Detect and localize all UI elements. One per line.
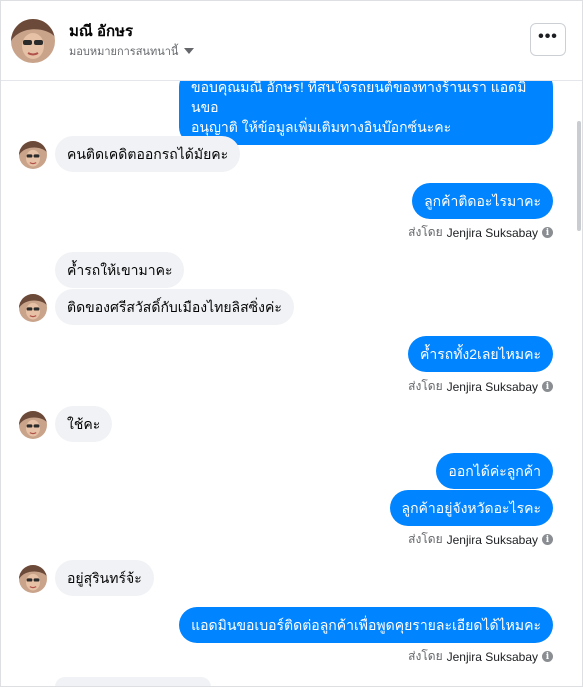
sent-by-label: ส่งโดย Jenjira Suksabay i <box>408 377 553 396</box>
message-text: ลูกค้าติดอะไรมาคะ <box>424 193 541 209</box>
message-incoming[interactable]: อยู่สุรินทร์จ้ะ <box>55 560 154 596</box>
message-text: ออกได้ค่ะลูกค้า <box>448 463 541 479</box>
agent-name: Jenjira Suksabay <box>446 379 538 394</box>
avatar[interactable] <box>19 565 47 593</box>
message-outgoing[interactable]: ลูกค้าอยู่จังหวัดอะไรคะ <box>389 490 553 526</box>
avatar[interactable] <box>19 411 47 439</box>
message-incoming[interactable]: คนติดเคดิตออกรถได้มัยคะ <box>55 136 241 172</box>
sent-by-label: ส่งโดย Jenjira Suksabay i <box>408 223 553 242</box>
scrollbar-thumb[interactable] <box>577 121 581 231</box>
more-icon: ••• <box>538 27 558 45</box>
message-incoming[interactable]: ใช้คะ <box>55 406 113 442</box>
assign-conversation-dropdown[interactable]: มอบหมายการสนทนานี้ <box>69 42 195 60</box>
message-text: แอดมินขอเบอร์ติดต่อลูกค้าเพื่อพูดคุยรายล… <box>191 617 541 633</box>
message-text: คนติดเคดิตออกรถได้มัยคะ <box>67 146 229 162</box>
sent-by-prefix: ส่งโดย <box>408 532 443 546</box>
avatar[interactable] <box>11 19 55 63</box>
assign-label: มอบหมายการสนทนานี้ <box>69 46 179 58</box>
message-outgoing[interactable]: ลูกค้าติดอะไรมาคะ <box>412 183 553 219</box>
info-icon[interactable]: i <box>542 227 553 238</box>
sent-by-label: ส่งโดย Jenjira Suksabay i <box>408 647 553 666</box>
message-text: ใช้คะ <box>67 416 101 432</box>
info-icon[interactable]: i <box>542 534 553 545</box>
message-list[interactable]: ขอบคุณมณี อักษร! ที่สนใจรถยนต์ของทางร้าน… <box>1 81 577 686</box>
message-outgoing[interactable]: ค้ำรถทั้ง2เลยไหมคะ <box>407 336 553 372</box>
agent-name: Jenjira Suksabay <box>446 649 538 664</box>
info-icon[interactable]: i <box>542 381 553 392</box>
message-text: ค้ำรถทั้ง2เลยไหมคะ <box>419 346 541 362</box>
more-options-button[interactable]: ••• <box>530 23 566 56</box>
message-text: ขอบคุณมณี อักษร! ที่สนใจรถยนต์ของทางร้าน… <box>191 81 527 135</box>
sent-by-prefix: ส่งโดย <box>408 225 443 239</box>
info-icon[interactable]: i <box>542 651 553 662</box>
avatar[interactable] <box>19 294 47 322</box>
message-incoming[interactable]: ติดของศรีสวัสดิ์กับเมืองไทยลิสซิ่งค่ะ <box>55 289 294 325</box>
sent-by-prefix: ส่งโดย <box>408 379 443 393</box>
agent-name: Jenjira Suksabay <box>446 532 538 547</box>
message-text: ลูกค้าอยู่จังหวัดอะไรคะ <box>401 500 542 516</box>
message-incoming-partial[interactable] <box>55 677 211 686</box>
message-outgoing[interactable]: แอดมินขอเบอร์ติดต่อลูกค้าเพื่อพูดคุยรายล… <box>179 607 553 643</box>
message-outgoing[interactable]: ขอบคุณมณี อักษร! ที่สนใจรถยนต์ของทางร้าน… <box>179 81 553 145</box>
message-text: ติดของศรีสวัสดิ์กับเมืองไทยลิสซิ่งค่ะ <box>67 299 282 315</box>
message-outgoing[interactable]: ออกได้ค่ะลูกค้า <box>436 453 553 489</box>
scrollbar[interactable] <box>577 81 582 686</box>
chat-window: มณี อักษร มอบหมายการสนทนานี้ ••• ขอบคุณม… <box>0 0 583 687</box>
conversation-header: มณี อักษร มอบหมายการสนทนานี้ ••• <box>1 1 582 81</box>
sent-by-label: ส่งโดย Jenjira Suksabay i <box>408 530 553 549</box>
agent-name: Jenjira Suksabay <box>446 225 538 240</box>
avatar[interactable] <box>19 141 47 169</box>
message-text: ค้ำรถให้เขามาคะ <box>67 262 173 278</box>
message-text: อยู่สุรินทร์จ้ะ <box>67 570 142 586</box>
sent-by-prefix: ส่งโดย <box>408 649 443 663</box>
message-incoming[interactable]: ค้ำรถให้เขามาคะ <box>55 252 185 288</box>
contact-name: มณี อักษร <box>69 23 134 40</box>
caret-down-icon <box>184 48 195 54</box>
